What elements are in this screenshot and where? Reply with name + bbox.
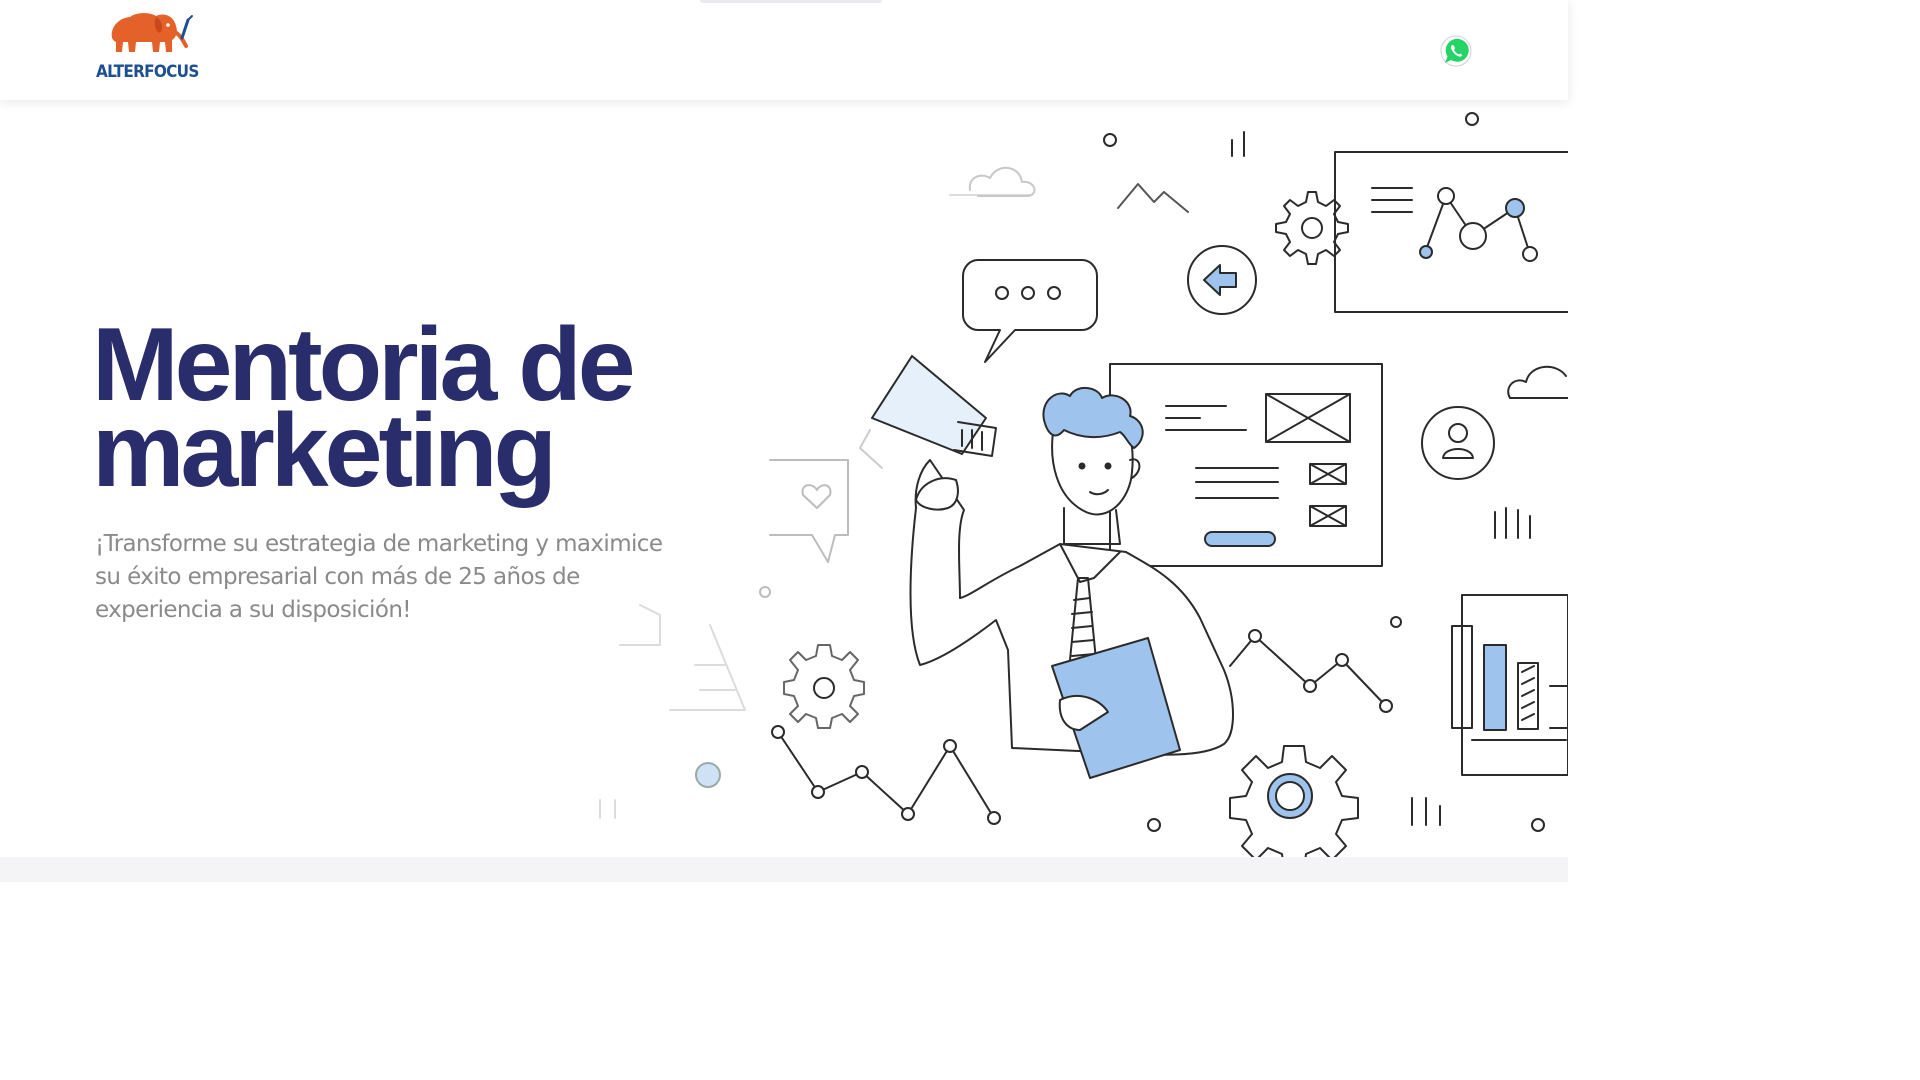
site-header: ALTERFOCUS (0, 0, 1568, 100)
logo-link[interactable]: ALTERFOCUS (96, 8, 199, 88)
whatsapp-button[interactable] (1439, 34, 1473, 68)
title-line-2: marketing (92, 393, 557, 509)
elephant-icon (111, 13, 193, 52)
whatsapp-icon (1440, 35, 1472, 67)
hero-section: Mentoria de marketing ¡Transforme su est… (0, 100, 1568, 857)
logo-text: ALTERFOCUS (96, 62, 199, 82)
footer-band (0, 857, 1568, 882)
marketing-mentor-illustration (599, 112, 1568, 857)
header-tab-indicator (700, 0, 882, 3)
